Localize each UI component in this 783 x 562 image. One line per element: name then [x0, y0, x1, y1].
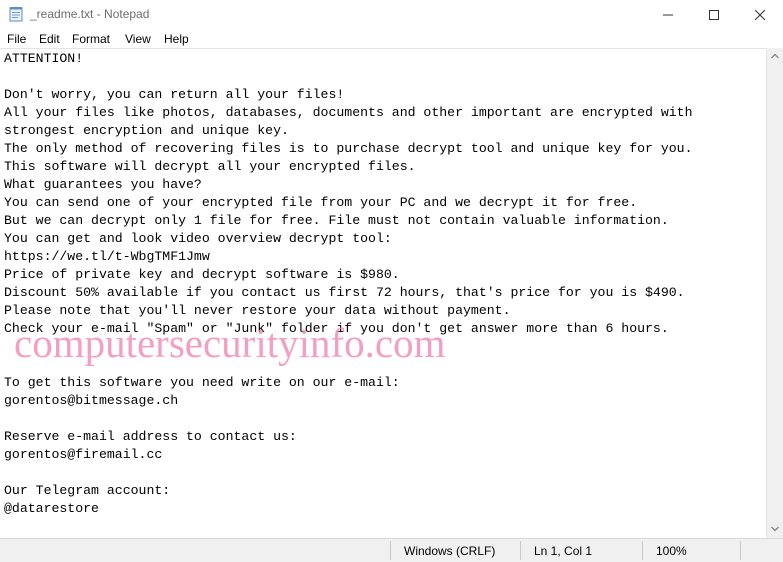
text-line: Discount 50% available if you contact us…	[4, 285, 685, 300]
minimize-icon	[663, 14, 673, 16]
text-line: ATTENTION!	[4, 51, 84, 66]
menu-edit[interactable]: Edit	[39, 32, 60, 46]
close-icon	[754, 9, 766, 21]
text-line: @datarestore	[4, 501, 99, 516]
text-line: strongest encryption and unique key.	[4, 123, 289, 138]
chevron-up-icon	[771, 53, 779, 59]
minimize-button[interactable]	[645, 0, 691, 29]
text-line: The only method of recovering files is t…	[4, 141, 693, 156]
text-line: Price of private key and decrypt softwar…	[4, 267, 400, 282]
menu-format[interactable]: Format	[72, 32, 110, 46]
maximize-button[interactable]	[691, 0, 737, 29]
text-editor[interactable]: ATTENTION! Don't worry, you can return a…	[0, 48, 766, 539]
text-line: Reserve e-mail address to contact us:	[4, 429, 297, 444]
text-line: You can send one of your encrypted file …	[4, 195, 638, 210]
status-zoom: 100%	[656, 544, 687, 558]
menu-bar: File Edit Format View Help	[0, 29, 783, 49]
text-line: Don't worry, you can return all your fil…	[4, 87, 345, 102]
status-encoding: Windows (CRLF)	[404, 544, 496, 558]
status-divider	[520, 541, 521, 560]
text-line: All your files like photos, databases, d…	[4, 105, 693, 120]
text-line: gorentos@bitmessage.ch	[4, 393, 179, 408]
menu-help[interactable]: Help	[164, 32, 189, 46]
status-cursor-position: Ln 1, Col 1	[534, 544, 593, 558]
status-divider	[642, 541, 643, 560]
close-button[interactable]	[737, 0, 783, 29]
text-line: https://we.tl/t-WbgTMF1Jmw	[4, 249, 210, 264]
menu-file[interactable]: File	[7, 32, 26, 46]
window-title: _readme.txt - Notepad	[30, 7, 150, 21]
watermark: computersecurityinfo.com	[14, 320, 446, 366]
menu-view[interactable]: View	[125, 32, 151, 46]
text-line: Please note that you'll never restore yo…	[4, 303, 511, 318]
text-line: This software will decrypt all your encr…	[4, 159, 416, 174]
text-line: gorentos@firemail.cc	[4, 447, 163, 462]
maximize-icon	[709, 10, 719, 20]
notepad-icon	[9, 6, 23, 22]
status-divider	[390, 541, 391, 560]
status-divider	[740, 541, 741, 560]
scroll-down-button[interactable]	[767, 521, 783, 538]
chevron-down-icon	[771, 526, 779, 532]
text-line: To get this software you need write on o…	[4, 375, 400, 390]
title-bar[interactable]: _readme.txt - Notepad	[0, 0, 783, 29]
scroll-up-button[interactable]	[767, 48, 783, 65]
status-bar: Windows (CRLF) Ln 1, Col 1 100%	[0, 538, 783, 562]
text-line: You can get and look video overview decr…	[4, 231, 392, 246]
text-line: But we can decrypt only 1 file for free.…	[4, 213, 669, 228]
text-line: What guarantees you have?	[4, 177, 202, 192]
vertical-scrollbar[interactable]	[766, 48, 783, 538]
text-line: Our Telegram account:	[4, 483, 171, 498]
